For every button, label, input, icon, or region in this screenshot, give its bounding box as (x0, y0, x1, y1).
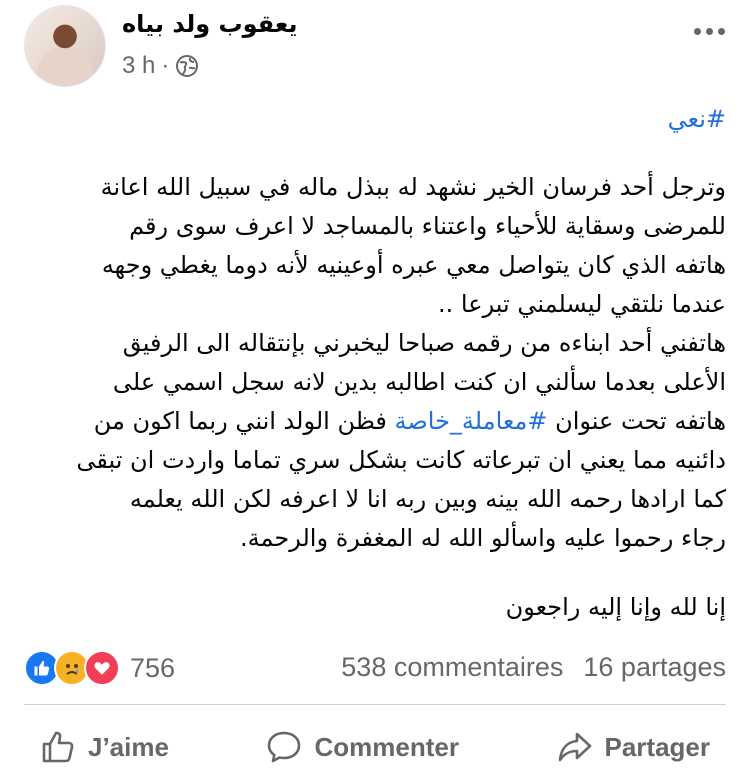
love-reaction-icon (84, 650, 120, 686)
share-button[interactable]: Partager (557, 729, 711, 765)
post-line: كما ارادها رحمه الله بينه وبين ربه انا ل… (129, 485, 726, 513)
avatar[interactable] (24, 5, 106, 87)
hashtag-link[interactable]: #نعي (668, 105, 726, 133)
like-label: J’aime (88, 731, 169, 762)
post-line: هاتفني أحد ابناءه من رقمه صباحا ليخبرني … (122, 329, 726, 357)
post-meta: 3 h · (122, 52, 199, 80)
post-line-part: فظن الولد انني ربما اكون من (93, 407, 395, 435)
post-line: للمرضى وسقاية للأحياء واعتناء بالمساجد ل… (129, 212, 726, 240)
thumbs-up-icon (40, 729, 76, 765)
comment-button[interactable]: Commenter (266, 729, 459, 765)
globe-icon[interactable] (175, 54, 199, 78)
like-button[interactable]: J’aime (40, 729, 169, 765)
meta-separator: · (161, 52, 170, 79)
post-line: وترجل أحد فرسان الخير نشهد له ببذل ماله … (100, 173, 726, 201)
shares-count[interactable]: 16 partages (583, 650, 726, 684)
post-line: هاتفه الذي كان يتواصل معي عبره أوعينيه ل… (101, 251, 726, 279)
engagement-stats: 538 commentaires 16 partages (341, 650, 726, 684)
post-body: وترجل أحد فرسان الخير نشهد له ببذل ماله … (24, 168, 726, 558)
comment-bubble-icon (266, 729, 302, 765)
post-line: عندما نلتقي ليسلمني تبرعا .. (438, 290, 726, 318)
post-line: هاتفه تحت عنوان #معاملة_خاصة فظن الولد ا… (24, 402, 726, 441)
author-name[interactable]: يعقوب ولد بياه (122, 10, 298, 38)
comment-label: Commenter (314, 731, 459, 762)
more-options-icon[interactable] (694, 28, 725, 35)
post-closing: إنا لله وإنا إليه راجعون (24, 588, 726, 627)
share-label: Partager (604, 731, 711, 762)
post-line: دائنيه مما يعني ان تبرعاته كانت بشكل سري… (76, 446, 726, 474)
divider (24, 704, 726, 705)
reaction-count: 756 (130, 652, 176, 683)
reactions-summary[interactable]: 756 (24, 650, 175, 686)
comments-count[interactable]: 538 commentaires (341, 650, 563, 684)
share-arrow-icon (557, 729, 593, 765)
action-bar: J’aime Commenter Partager (24, 724, 726, 770)
post-time[interactable]: 3 h (122, 52, 155, 80)
post-line: رجاء رحموا عليه واسألو الله له المغفرة و… (240, 524, 726, 552)
post-line: إنا لله وإنا إليه راجعون (505, 593, 726, 621)
hashtag-link[interactable]: #معاملة_خاصة (395, 407, 548, 435)
post-hashtag-line: #نعي (24, 100, 726, 139)
post-line: الأعلى بعدما سألني ان كنت اطالبه بدين لا… (112, 368, 726, 396)
post-line-part: هاتفه تحت عنوان (547, 407, 726, 435)
